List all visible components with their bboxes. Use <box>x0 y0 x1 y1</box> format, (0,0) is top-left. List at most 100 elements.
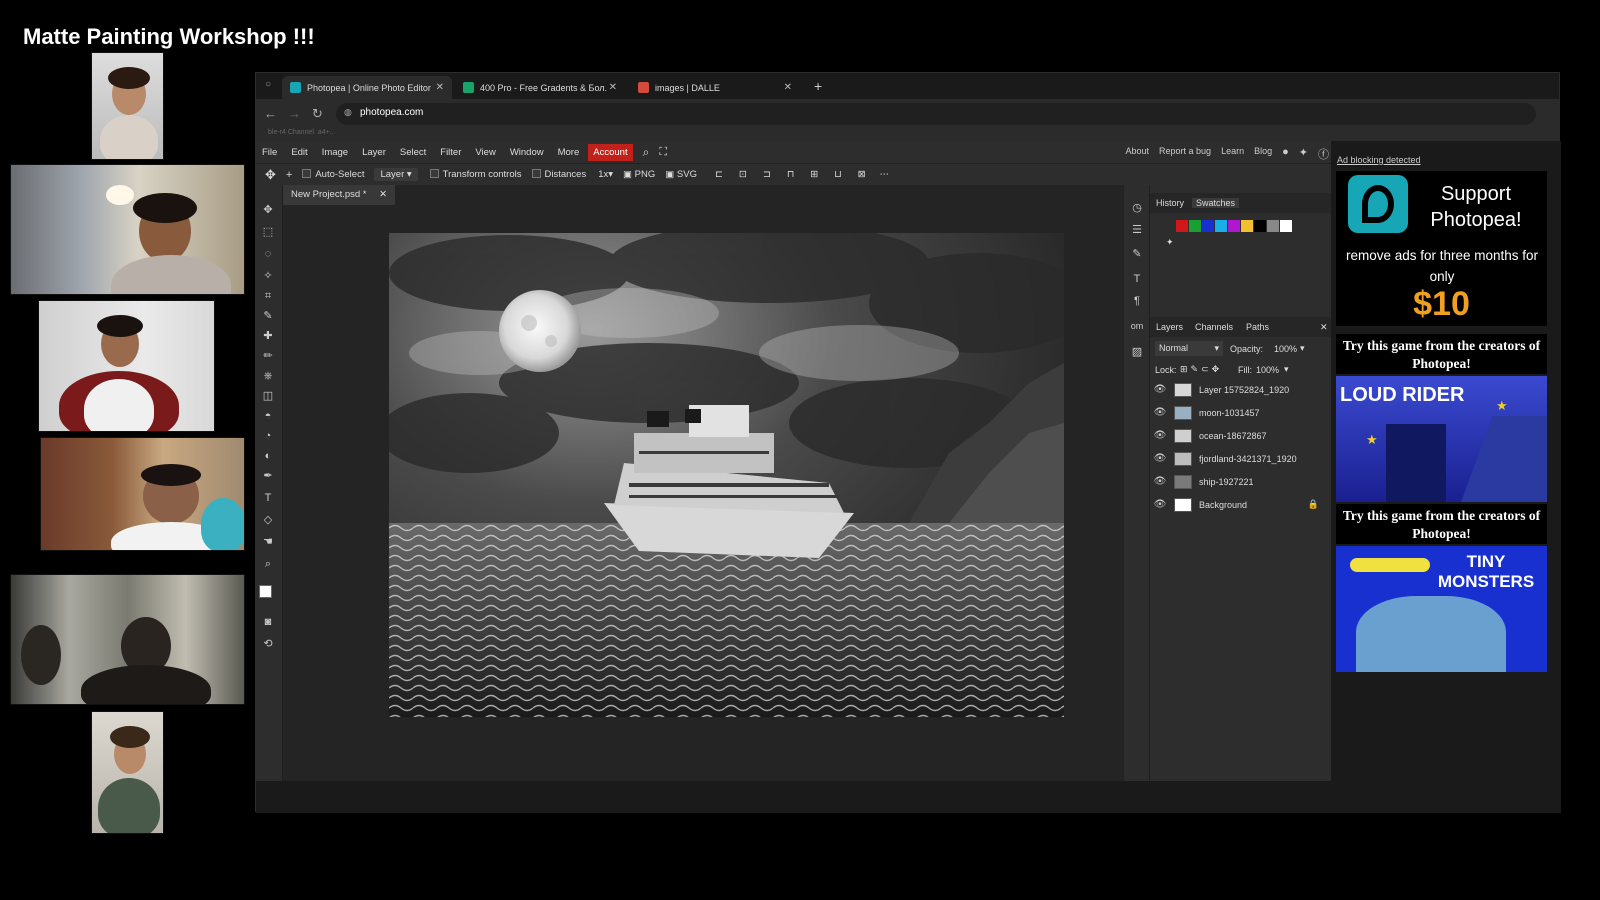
swatch-cyan[interactable] <box>1215 220 1227 232</box>
add-swatch-icon[interactable]: ✦ <box>1166 237 1174 248</box>
fill-input[interactable]: 100% <box>1256 365 1279 375</box>
close-panel-icon[interactable]: ✕ <box>1320 322 1328 333</box>
align-left-icon[interactable]: ⊏ <box>715 169 723 180</box>
transform-controls-checkbox[interactable]: Transform controls <box>429 169 522 180</box>
visibility-eye-icon[interactable]: 👁 <box>1150 407 1170 418</box>
menu-more[interactable]: More <box>551 147 587 158</box>
tab-channels[interactable]: Channels <box>1195 322 1233 332</box>
swatch-white[interactable] <box>1280 220 1292 232</box>
game-banner-1[interactable]: Try this game from the creators of Photo… <box>1336 334 1547 374</box>
menu-image[interactable]: Image <box>315 147 355 158</box>
ad-blocking-link[interactable]: Ad blocking detected <box>1337 155 1421 165</box>
participant-tile-4[interactable] <box>40 437 245 551</box>
visibility-eye-icon[interactable]: 👁 <box>1150 384 1170 395</box>
visibility-eye-icon[interactable]: 👁 <box>1150 499 1170 510</box>
clone-tool-icon[interactable]: ⎈ <box>261 369 275 383</box>
layer-row[interactable]: 👁 ship-1927221 <box>1150 470 1331 493</box>
lock-icons[interactable]: ⊞✎⊂✥ <box>1180 364 1222 375</box>
css-panel-icon[interactable]: om <box>1130 321 1144 335</box>
align-middle-icon[interactable]: ⊞ <box>810 169 818 180</box>
loud-rider-ad[interactable]: LOUD RIDER ★ ★ <box>1336 376 1547 502</box>
align-bottom-icon[interactable]: ⊔ <box>834 169 841 180</box>
eraser-tool-icon[interactable]: ◫ <box>261 389 275 403</box>
menu-layer[interactable]: Layer <box>355 147 393 158</box>
about-link[interactable]: About <box>1126 146 1150 162</box>
swatch-purple[interactable] <box>1228 220 1240 232</box>
participant-tile-3[interactable] <box>38 300 215 432</box>
screen-mode-icon[interactable]: ⟲ <box>261 637 275 651</box>
tab-layers[interactable]: Layers <box>1156 322 1183 332</box>
pen-tool-icon[interactable]: ✒ <box>261 469 275 483</box>
reddit-icon[interactable]: ● <box>1282 146 1289 162</box>
participant-tile-2[interactable] <box>10 164 245 295</box>
image-canvas[interactable] <box>389 233 1064 717</box>
opacity-input[interactable]: 100% <box>1274 344 1297 354</box>
swatch-blue[interactable] <box>1202 220 1214 232</box>
menu-select[interactable]: Select <box>393 147 433 158</box>
new-tab-button[interactable]: + <box>814 78 822 94</box>
participant-tile-1[interactable] <box>91 52 164 160</box>
close-document-icon[interactable]: ✕ <box>379 189 387 200</box>
search-icon[interactable]: ⌕ <box>643 145 650 160</box>
tab-history[interactable]: History <box>1156 198 1184 208</box>
tab-swatches[interactable]: Swatches <box>1192 198 1240 208</box>
move-options-icon[interactable]: + <box>286 169 292 181</box>
menu-file[interactable]: File <box>256 147 284 158</box>
close-tab-icon[interactable]: ✕ <box>609 82 617 93</box>
tab-search-icon[interactable]: ○ <box>265 79 271 90</box>
distances-checkbox[interactable]: Distances <box>531 169 586 180</box>
menu-filter[interactable]: Filter <box>433 147 468 158</box>
reload-icon[interactable]: ↻ <box>312 106 323 122</box>
tiny-monsters-ad[interactable]: TINY MONSTERS <box>1336 546 1547 672</box>
account-button[interactable]: Account <box>588 143 633 161</box>
layer-row[interactable]: 👁 ocean-18672867 <box>1150 424 1331 447</box>
brush-tool-icon[interactable]: ✏ <box>261 349 275 363</box>
history-panel-icon[interactable]: ◷ <box>1130 201 1144 215</box>
character-panel-icon[interactable]: T <box>1130 273 1144 287</box>
quick-mask-icon[interactable]: ◙ <box>261 615 275 629</box>
hand-tool-icon[interactable]: ☚ <box>261 535 275 549</box>
tab-paths[interactable]: Paths <box>1246 322 1269 332</box>
close-tab-icon[interactable]: ✕ <box>436 82 444 93</box>
menu-view[interactable]: View <box>468 147 502 158</box>
document-tab[interactable]: New Project.psd * ✕ <box>283 185 396 205</box>
blend-mode-select[interactable]: Normal ▾ <box>1155 341 1223 356</box>
dodge-tool-icon[interactable]: ◐ <box>261 449 275 463</box>
site-info-icon[interactable]: ◍ <box>344 107 352 118</box>
fill-dropdown-icon[interactable]: ▾ <box>1284 364 1289 375</box>
blog-link[interactable]: Blog <box>1254 146 1272 162</box>
url-field[interactable] <box>336 103 1536 125</box>
magic-wand-tool-icon[interactable]: ✧ <box>261 269 275 283</box>
swatch-gray[interactable] <box>1267 220 1279 232</box>
zoom-dropdown[interactable]: 1x▾ <box>598 169 613 180</box>
paragraph-panel-icon[interactable]: ¶ <box>1130 295 1144 309</box>
participant-tile-5[interactable] <box>10 574 245 705</box>
tab-photopea[interactable]: Photopea | Online Photo Editor ✕ <box>282 76 452 99</box>
visibility-eye-icon[interactable]: 👁 <box>1150 430 1170 441</box>
fullscreen-icon[interactable]: ⛶ <box>659 146 667 159</box>
auto-select-checkbox[interactable]: Auto-Select <box>302 169 364 180</box>
menu-window[interactable]: Window <box>503 147 551 158</box>
blur-tool-icon[interactable]: ◔ <box>261 429 275 443</box>
twitter-icon[interactable]: ✦ <box>1299 146 1308 162</box>
align-center-icon[interactable]: ⊡ <box>739 169 747 180</box>
lasso-tool-icon[interactable]: ◌ <box>261 247 275 261</box>
type-tool-icon[interactable]: T <box>261 491 275 505</box>
facebook-icon[interactable]: ⓕ <box>1318 146 1329 162</box>
align-right-icon[interactable]: ⊐ <box>763 169 771 180</box>
swatch-black[interactable] <box>1254 220 1266 232</box>
align-top-icon[interactable]: ⊓ <box>787 169 794 180</box>
marquee-tool-icon[interactable]: ⬚ <box>261 225 275 239</box>
report-bug-link[interactable]: Report a bug <box>1159 146 1211 162</box>
eyedropper-tool-icon[interactable]: ✎ <box>261 309 275 323</box>
layer-row[interactable]: 👁 fjordland-3421371_1920 <box>1150 447 1331 470</box>
swatch-green[interactable] <box>1189 220 1201 232</box>
layer-row[interactable]: 👁 Layer 15752824_1920 <box>1150 378 1331 401</box>
support-photopea-ad[interactable]: Support Photopea! remove ads for three m… <box>1336 171 1547 326</box>
opacity-dropdown-icon[interactable]: ▾ <box>1300 343 1305 354</box>
foreground-color-swatch[interactable] <box>259 585 272 598</box>
auto-select-target[interactable]: Layer ▾ <box>374 168 418 181</box>
back-icon[interactable]: ← <box>264 106 277 121</box>
menu-edit[interactable]: Edit <box>284 147 314 158</box>
layer-row[interactable]: 👁 moon-1031457 <box>1150 401 1331 424</box>
